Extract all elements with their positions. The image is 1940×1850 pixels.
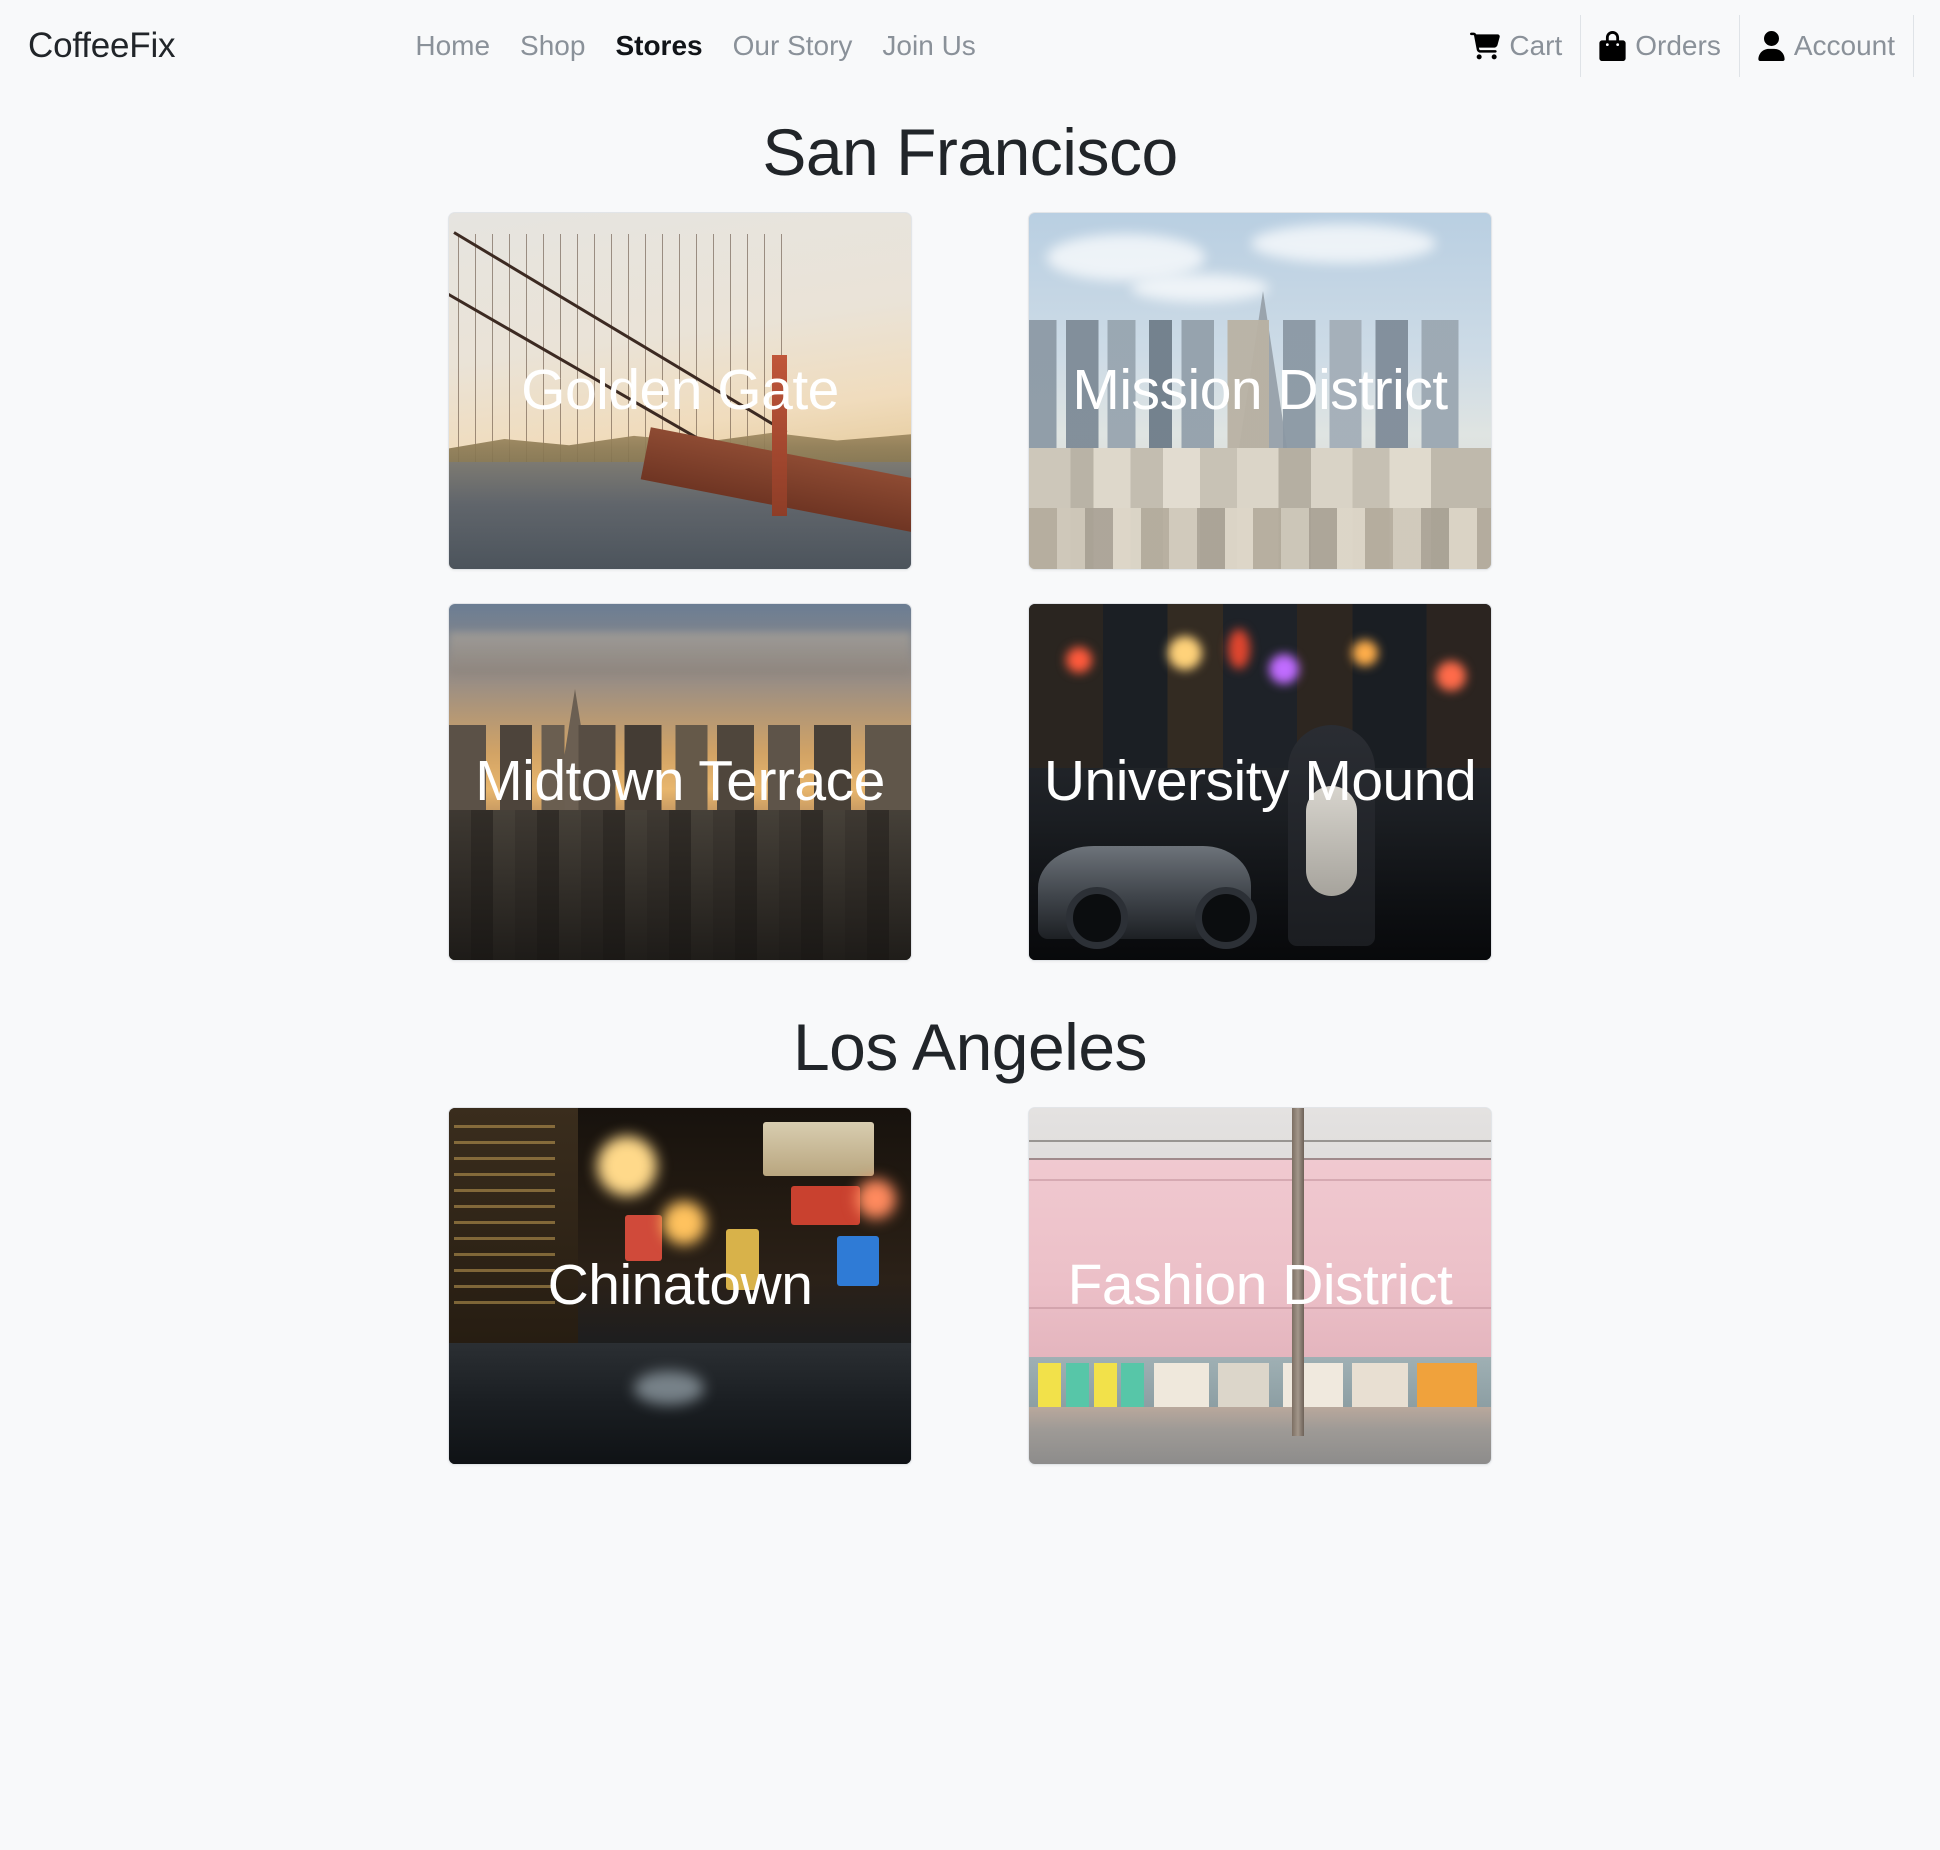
brand-logo[interactable]: CoffeeFix: [28, 26, 176, 66]
store-card-fashion-district[interactable]: Fashion District: [1028, 1107, 1492, 1465]
nav-link-our-story[interactable]: Our Story: [718, 30, 868, 62]
shopping-cart-icon: [1470, 31, 1501, 61]
top-navigation-bar: CoffeeFix Home Shop Stores Our Story Joi…: [0, 0, 1940, 92]
utility-nav: Cart Orders Account: [1460, 15, 1914, 77]
store-card-mission-district[interactable]: Mission District: [1028, 212, 1492, 570]
cart-link[interactable]: Cart: [1460, 15, 1580, 77]
nav-link-home[interactable]: Home: [400, 30, 505, 62]
cart-label: Cart: [1509, 30, 1563, 61]
store-card-label: Midtown Terrace: [475, 749, 885, 814]
nav-link-stores[interactable]: Stores: [600, 30, 717, 62]
store-grid-los-angeles: Chinatown Fashion District: [0, 1107, 1940, 1465]
store-grid-san-francisco: Golden Gate Mission District Midtown Ter…: [0, 212, 1940, 961]
stores-page-content: San Francisco Golden Gate Mission Distri…: [0, 92, 1940, 1479]
store-card-label: Golden Gate: [521, 358, 839, 423]
store-card-label: Chinatown: [547, 1253, 813, 1318]
store-card-golden-gate[interactable]: Golden Gate: [448, 212, 912, 570]
orders-label: Orders: [1635, 30, 1721, 61]
shopping-bag-icon: [1599, 31, 1626, 61]
nav-link-join-us[interactable]: Join Us: [867, 30, 990, 62]
nav-divider: [1913, 15, 1914, 77]
store-card-midtown-terrace[interactable]: Midtown Terrace: [448, 603, 912, 961]
primary-nav-links: Home Shop Stores Our Story Join Us: [400, 30, 990, 62]
city-heading-san-francisco: San Francisco: [762, 115, 1178, 189]
store-card-chinatown[interactable]: Chinatown: [448, 1107, 912, 1465]
orders-link[interactable]: Orders: [1580, 15, 1739, 77]
store-card-university-mound[interactable]: University Mound: [1028, 603, 1492, 961]
account-label: Account: [1793, 30, 1895, 61]
store-card-label: University Mound: [1043, 749, 1477, 814]
city-heading-los-angeles: Los Angeles: [792, 1010, 1148, 1084]
nav-link-shop[interactable]: Shop: [505, 30, 600, 62]
person-icon: [1758, 31, 1785, 61]
store-card-label: Fashion District: [1067, 1253, 1453, 1318]
account-link[interactable]: Account: [1738, 15, 1913, 77]
store-card-label: Mission District: [1072, 358, 1448, 423]
